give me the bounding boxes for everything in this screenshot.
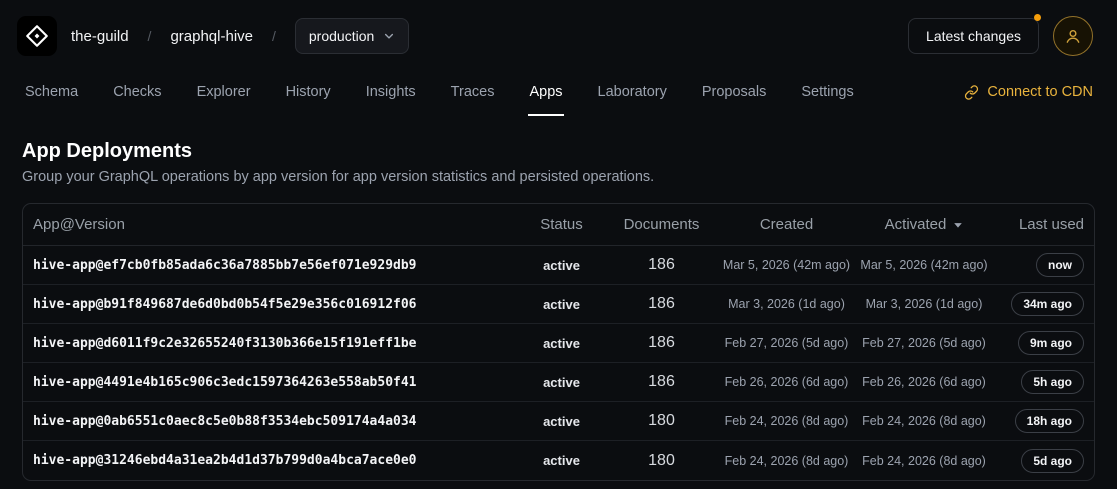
tab-bar: Schema Checks Explorer History Insights …	[0, 66, 1117, 118]
cell-app-version: hive-app@ef7cb0fb85ada6c36a7885bb7e56ef0…	[33, 258, 519, 273]
connect-cdn-label: Connect to CDN	[987, 84, 1093, 100]
last-used-badge: 9m ago	[1018, 331, 1084, 355]
hive-logo-icon	[23, 22, 51, 50]
page-subtitle: Group your GraphQL operations by app ver…	[22, 169, 1095, 185]
breadcrumb: the-guild / graphql-hive / production	[71, 18, 409, 54]
cell-documents: 186	[604, 256, 719, 274]
user-icon	[1063, 26, 1083, 46]
column-header-created: Created	[719, 216, 854, 233]
tab-checks[interactable]: Checks	[112, 68, 162, 116]
last-used-badge: 18h ago	[1015, 409, 1084, 433]
hive-logo[interactable]	[17, 16, 57, 56]
app-root: the-guild / graphql-hive / production La…	[0, 0, 1117, 481]
target-selector-label: production	[309, 28, 374, 44]
tab-traces[interactable]: Traces	[450, 68, 496, 116]
tab-insights[interactable]: Insights	[365, 68, 417, 116]
table-row[interactable]: hive-app@d6011f9c2e32655240f3130b366e15f…	[23, 324, 1094, 363]
cell-activated: Mar 3, 2026 (1d ago)	[854, 297, 994, 311]
table-row[interactable]: hive-app@b91f849687de6d0bd0b54f5e29e356c…	[23, 285, 1094, 324]
header-actions: Latest changes	[908, 16, 1093, 56]
column-header-documents: Documents	[604, 216, 719, 233]
avatar[interactable]	[1053, 16, 1093, 56]
connect-cdn-link[interactable]: Connect to CDN	[964, 84, 1093, 100]
cell-app-version: hive-app@b91f849687de6d0bd0b54f5e29e356c…	[33, 297, 519, 312]
last-used-badge: now	[1036, 253, 1084, 277]
deployments-table: App@Version Status Documents Created Act…	[22, 203, 1095, 481]
cell-created: Feb 27, 2026 (5d ago)	[719, 336, 854, 350]
tab-proposals[interactable]: Proposals	[701, 68, 767, 116]
cell-documents: 180	[604, 412, 719, 430]
cell-last-used: 34m ago	[994, 292, 1084, 316]
cell-status: active	[519, 297, 604, 312]
cell-app-version: hive-app@0ab6551c0aec8c5e0b88f3534ebc509…	[33, 414, 519, 429]
cell-app-version: hive-app@31246ebd4a31ea2b4d1d37b799d0a4b…	[33, 453, 519, 468]
cell-documents: 180	[604, 452, 719, 470]
cell-activated: Mar 5, 2026 (42m ago)	[854, 258, 994, 272]
cell-app-version: hive-app@d6011f9c2e32655240f3130b366e15f…	[33, 336, 519, 351]
tab-schema[interactable]: Schema	[24, 68, 79, 116]
tab-laboratory[interactable]: Laboratory	[597, 68, 668, 116]
column-header-app-version: App@Version	[33, 216, 519, 233]
main-content: App Deployments Group your GraphQL opera…	[0, 118, 1117, 481]
table-row[interactable]: hive-app@31246ebd4a31ea2b4d1d37b799d0a4b…	[23, 441, 1094, 480]
link-icon	[964, 85, 979, 100]
column-header-status: Status	[519, 216, 604, 233]
cell-app-version: hive-app@4491e4b165c906c3edc1597364263e5…	[33, 375, 519, 390]
cell-created: Mar 3, 2026 (1d ago)	[719, 297, 854, 311]
cell-created: Mar 5, 2026 (42m ago)	[719, 258, 854, 272]
cell-last-used: 18h ago	[994, 409, 1084, 433]
notification-dot	[1034, 14, 1041, 21]
tab-history[interactable]: History	[285, 68, 332, 116]
top-header: the-guild / graphql-hive / production La…	[0, 0, 1117, 66]
cell-last-used: now	[994, 253, 1084, 277]
table-header-row: App@Version Status Documents Created Act…	[23, 204, 1094, 246]
latest-changes-wrap: Latest changes	[908, 18, 1039, 54]
cell-last-used: 5d ago	[994, 449, 1084, 473]
cell-activated: Feb 24, 2026 (8d ago)	[854, 414, 994, 428]
last-used-badge: 5h ago	[1021, 370, 1084, 394]
table-row[interactable]: hive-app@ef7cb0fb85ada6c36a7885bb7e56ef0…	[23, 246, 1094, 285]
target-selector[interactable]: production	[295, 18, 409, 54]
tab-explorer[interactable]: Explorer	[196, 68, 252, 116]
cell-created: Feb 24, 2026 (8d ago)	[719, 454, 854, 468]
cell-activated: Feb 24, 2026 (8d ago)	[854, 454, 994, 468]
table-row[interactable]: hive-app@0ab6551c0aec8c5e0b88f3534ebc509…	[23, 402, 1094, 441]
breadcrumb-separator: /	[272, 28, 276, 44]
chevron-down-icon	[383, 30, 395, 42]
table-row[interactable]: hive-app@4491e4b165c906c3edc1597364263e5…	[23, 363, 1094, 402]
cell-last-used: 5h ago	[994, 370, 1084, 394]
breadcrumb-org[interactable]: the-guild	[71, 28, 129, 45]
breadcrumb-project[interactable]: graphql-hive	[170, 28, 253, 45]
last-used-badge: 5d ago	[1021, 449, 1084, 473]
cell-status: active	[519, 375, 604, 390]
column-header-activated[interactable]: Activated	[854, 216, 994, 233]
cell-activated: Feb 27, 2026 (5d ago)	[854, 336, 994, 350]
cell-last-used: 9m ago	[994, 331, 1084, 355]
cell-status: active	[519, 453, 604, 468]
cell-documents: 186	[604, 373, 719, 391]
column-header-last-used: Last used	[994, 216, 1084, 233]
tab-apps[interactable]: Apps	[528, 68, 563, 116]
cell-status: active	[519, 258, 604, 273]
breadcrumb-separator: /	[148, 28, 152, 44]
cell-documents: 186	[604, 334, 719, 352]
tab-settings[interactable]: Settings	[800, 68, 854, 116]
column-header-activated-label: Activated	[885, 216, 947, 233]
page-title: App Deployments	[22, 140, 1095, 163]
cell-activated: Feb 26, 2026 (6d ago)	[854, 375, 994, 389]
latest-changes-button[interactable]: Latest changes	[908, 18, 1039, 54]
sort-descending-icon	[953, 220, 963, 230]
last-used-badge: 34m ago	[1011, 292, 1084, 316]
cell-created: Feb 26, 2026 (6d ago)	[719, 375, 854, 389]
cell-created: Feb 24, 2026 (8d ago)	[719, 414, 854, 428]
cell-status: active	[519, 414, 604, 429]
cell-documents: 186	[604, 295, 719, 313]
cell-status: active	[519, 336, 604, 351]
